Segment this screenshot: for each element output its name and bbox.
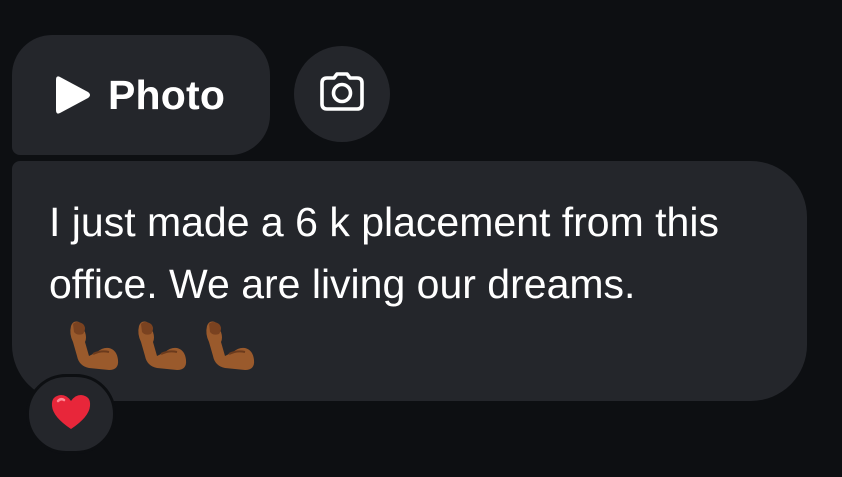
photo-attachment-button[interactable]: Photo	[12, 35, 270, 155]
play-icon	[50, 72, 96, 118]
heart-reaction[interactable]	[26, 374, 116, 454]
red-heart-icon	[50, 393, 92, 436]
chat-screen: Photo I just made a 6 k placement from t…	[0, 0, 842, 477]
message-text: I just made a 6 k placement from this of…	[49, 191, 777, 378]
flexed-biceps-icon	[131, 316, 189, 374]
message-body: I just made a 6 k placement from this of…	[49, 199, 719, 307]
camera-button[interactable]	[294, 46, 390, 142]
flexed-biceps-icon	[199, 316, 257, 374]
camera-icon	[319, 71, 365, 117]
message-bubble: I just made a 6 k placement from this of…	[12, 161, 807, 401]
photo-label: Photo	[108, 71, 226, 118]
emoji-row	[63, 316, 257, 374]
flexed-biceps-icon	[63, 316, 121, 374]
